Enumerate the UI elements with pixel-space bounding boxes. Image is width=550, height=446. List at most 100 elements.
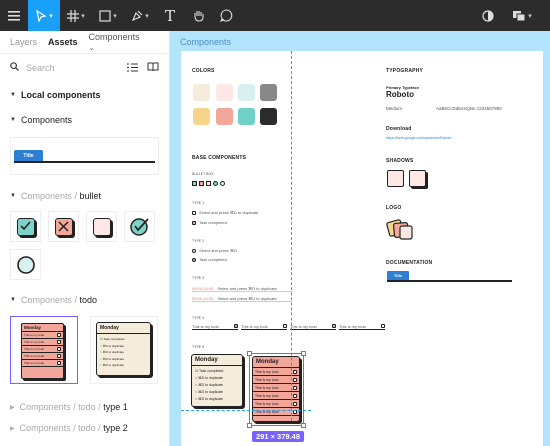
todo-cream-thumb[interactable]: Monday ☑ Task completed ○ ⌘D to duplicat…	[90, 316, 158, 384]
components-group-header[interactable]: ▼ Components	[0, 115, 169, 125]
checkbox-icon	[57, 333, 61, 337]
todo-pink-thumb[interactable]: Monday This is my todo This is my todo T…	[10, 316, 78, 384]
local-components-header[interactable]: ▼ Local components	[0, 90, 169, 100]
search-input[interactable]: Search	[26, 63, 55, 73]
logo-icon[interactable]	[386, 215, 416, 243]
frame-hash-icon	[67, 9, 80, 22]
bullet-x-thumb[interactable]	[48, 211, 79, 242]
checkbox-icon	[293, 385, 297, 390]
bullet-box-label: BULLET BOX	[192, 172, 214, 176]
row-text: ⌘D to duplicate	[198, 383, 223, 387]
color-swatch[interactable]	[193, 108, 210, 125]
caret-right-icon: ▶	[10, 425, 15, 432]
x-box-icon	[199, 181, 204, 186]
components-frame[interactable]: COLORS TYPOGRAPHY Primary Typeface Robot…	[181, 51, 543, 446]
todo-card-title: Monday	[253, 357, 299, 368]
todo-row: ○ ⌘D to duplicate	[195, 383, 223, 387]
alphabet-sample: AaBbCcDdEeGgNn 1234567890	[436, 106, 502, 111]
library-book-icon[interactable]	[147, 62, 159, 74]
todo-row: This is my todo	[253, 368, 299, 376]
component-icon	[513, 10, 526, 21]
design-canvas[interactable]: Components COLORS TYPOGRAPHY Primary Typ…	[170, 31, 550, 446]
shadow-sample-drop[interactable]	[409, 170, 426, 187]
type4-item[interactable]: This is my todo	[290, 324, 336, 330]
color-swatch[interactable]	[216, 108, 233, 125]
todo-card-cream[interactable]: Monday ☑ Task completed ○ ⌘D to duplicat…	[191, 354, 243, 407]
type4-item[interactable]: This is my todo	[241, 324, 287, 330]
type4-item[interactable]: This is my todo	[192, 324, 238, 330]
logo-heading: LOGO	[386, 205, 402, 211]
check-box-icon	[192, 181, 197, 186]
todo-row: ☑ Task completed	[195, 369, 224, 373]
hand-tool-button[interactable]	[184, 0, 212, 31]
frame-label[interactable]: Components	[180, 37, 231, 47]
smart-guide-vertical	[291, 51, 292, 421]
color-swatch[interactable]	[193, 84, 210, 101]
text-tool-button[interactable]: T	[156, 0, 184, 31]
bullet-empty-thumb[interactable]	[86, 211, 117, 242]
color-swatch[interactable]	[216, 84, 233, 101]
todo-row-text: ⌘D to duplicate	[102, 363, 125, 367]
list-view-icon[interactable]	[127, 62, 138, 74]
tab-assets[interactable]: Assets	[48, 37, 78, 47]
resize-handle[interactable]	[247, 351, 252, 356]
pen-icon	[132, 10, 143, 21]
row-text: Select and press ⌘D to duplicate	[199, 210, 259, 215]
check-box-icon	[16, 217, 35, 236]
colors-heading: COLORS	[192, 68, 215, 74]
library-dropdown[interactable]: Components ⌄	[89, 32, 159, 52]
bullet-group-header[interactable]: ▼ Components / bullet	[0, 191, 169, 201]
todo-type2-group-header[interactable]: ▶ Components / todo / type 2	[0, 423, 169, 433]
resize-handle[interactable]	[301, 423, 306, 428]
base-components-heading: BASE COMPONENTS	[192, 155, 247, 161]
resize-handle[interactable]	[247, 423, 252, 428]
color-swatch[interactable]	[238, 108, 255, 125]
component-menu-button[interactable]: ▾	[502, 0, 542, 31]
todo-row: This is my todo	[22, 360, 63, 367]
type3-row[interactable]: 09:00-10:00 Select and press ⌘D to dupli…	[192, 286, 292, 292]
todo-row: ○ ⌘D to duplicate	[195, 376, 223, 380]
move-cursor-icon	[36, 9, 47, 22]
bullet-circle-thumb[interactable]	[10, 249, 41, 280]
type2-row-unchecked[interactable]: Select and press ⌘D	[192, 248, 237, 253]
typeface-name: Roboto	[386, 90, 414, 99]
bullet-circle-check-thumb[interactable]	[124, 211, 155, 242]
frame-tool-button[interactable]: ▾	[60, 0, 92, 31]
bullet-check-thumb[interactable]	[10, 211, 41, 242]
doc-title-tab[interactable]: Title	[387, 271, 409, 280]
type4-item[interactable]: This is my todo	[339, 324, 385, 330]
hamburger-icon[interactable]	[0, 0, 28, 31]
color-swatch[interactable]	[238, 84, 255, 101]
shadow-sample-flat[interactable]	[387, 170, 404, 187]
type1-row-checked[interactable]: Task completed	[192, 220, 227, 225]
type3-row[interactable]: 09:00-10:00 Select and press ⌘D to dupli…	[192, 296, 292, 302]
circle-icon	[16, 255, 35, 274]
pen-tool-button[interactable]: ▾	[124, 0, 156, 31]
comment-tool-button[interactable]	[212, 0, 240, 31]
title-component-thumb[interactable]: Title	[10, 137, 159, 175]
todo-type1-group-header[interactable]: ▶ Components / todo / type 1	[0, 402, 169, 412]
todo-card-title: Monday	[192, 355, 242, 366]
todo-card-cream: Monday ☑ Task completed ○ ⌘D to duplicat…	[96, 322, 151, 376]
row-text: Select and press ⌘D to duplicate	[217, 296, 277, 301]
shape-tool-button[interactable]: ▾	[92, 0, 124, 31]
library-dropdown-label: Components	[88, 32, 140, 42]
group-name: todo	[79, 295, 98, 305]
todo-card-rows: ☑ Task completed ○ ⌘D to duplicate ○ ⌘D …	[97, 334, 150, 371]
documentation-heading: DOCUMENTATION	[386, 260, 433, 266]
color-swatch[interactable]	[260, 108, 277, 125]
todo-group-header[interactable]: ▼ Components / todo	[0, 295, 169, 305]
resize-handle[interactable]	[301, 351, 306, 356]
selected-todo-card[interactable]: Monday This is my todo This is my todo T…	[247, 351, 306, 428]
color-swatch[interactable]	[260, 84, 277, 101]
theme-toggle-button[interactable]	[474, 0, 502, 31]
todo-row-text: ⌘D to duplicate	[102, 343, 125, 348]
empty-box-icon	[206, 181, 211, 186]
tab-layers[interactable]: Layers	[10, 37, 37, 47]
search-bar[interactable]: Search	[0, 54, 169, 82]
type2-row-checked[interactable]: Task completed	[192, 257, 227, 262]
type1-row-unchecked[interactable]: Select and press ⌘D to duplicate	[192, 210, 258, 215]
move-tool-button[interactable]: ▾	[28, 0, 60, 31]
download-link[interactable]: https://fonts.google.com/specimen/Roboto	[386, 136, 451, 140]
bullet-box-row[interactable]	[192, 181, 225, 186]
